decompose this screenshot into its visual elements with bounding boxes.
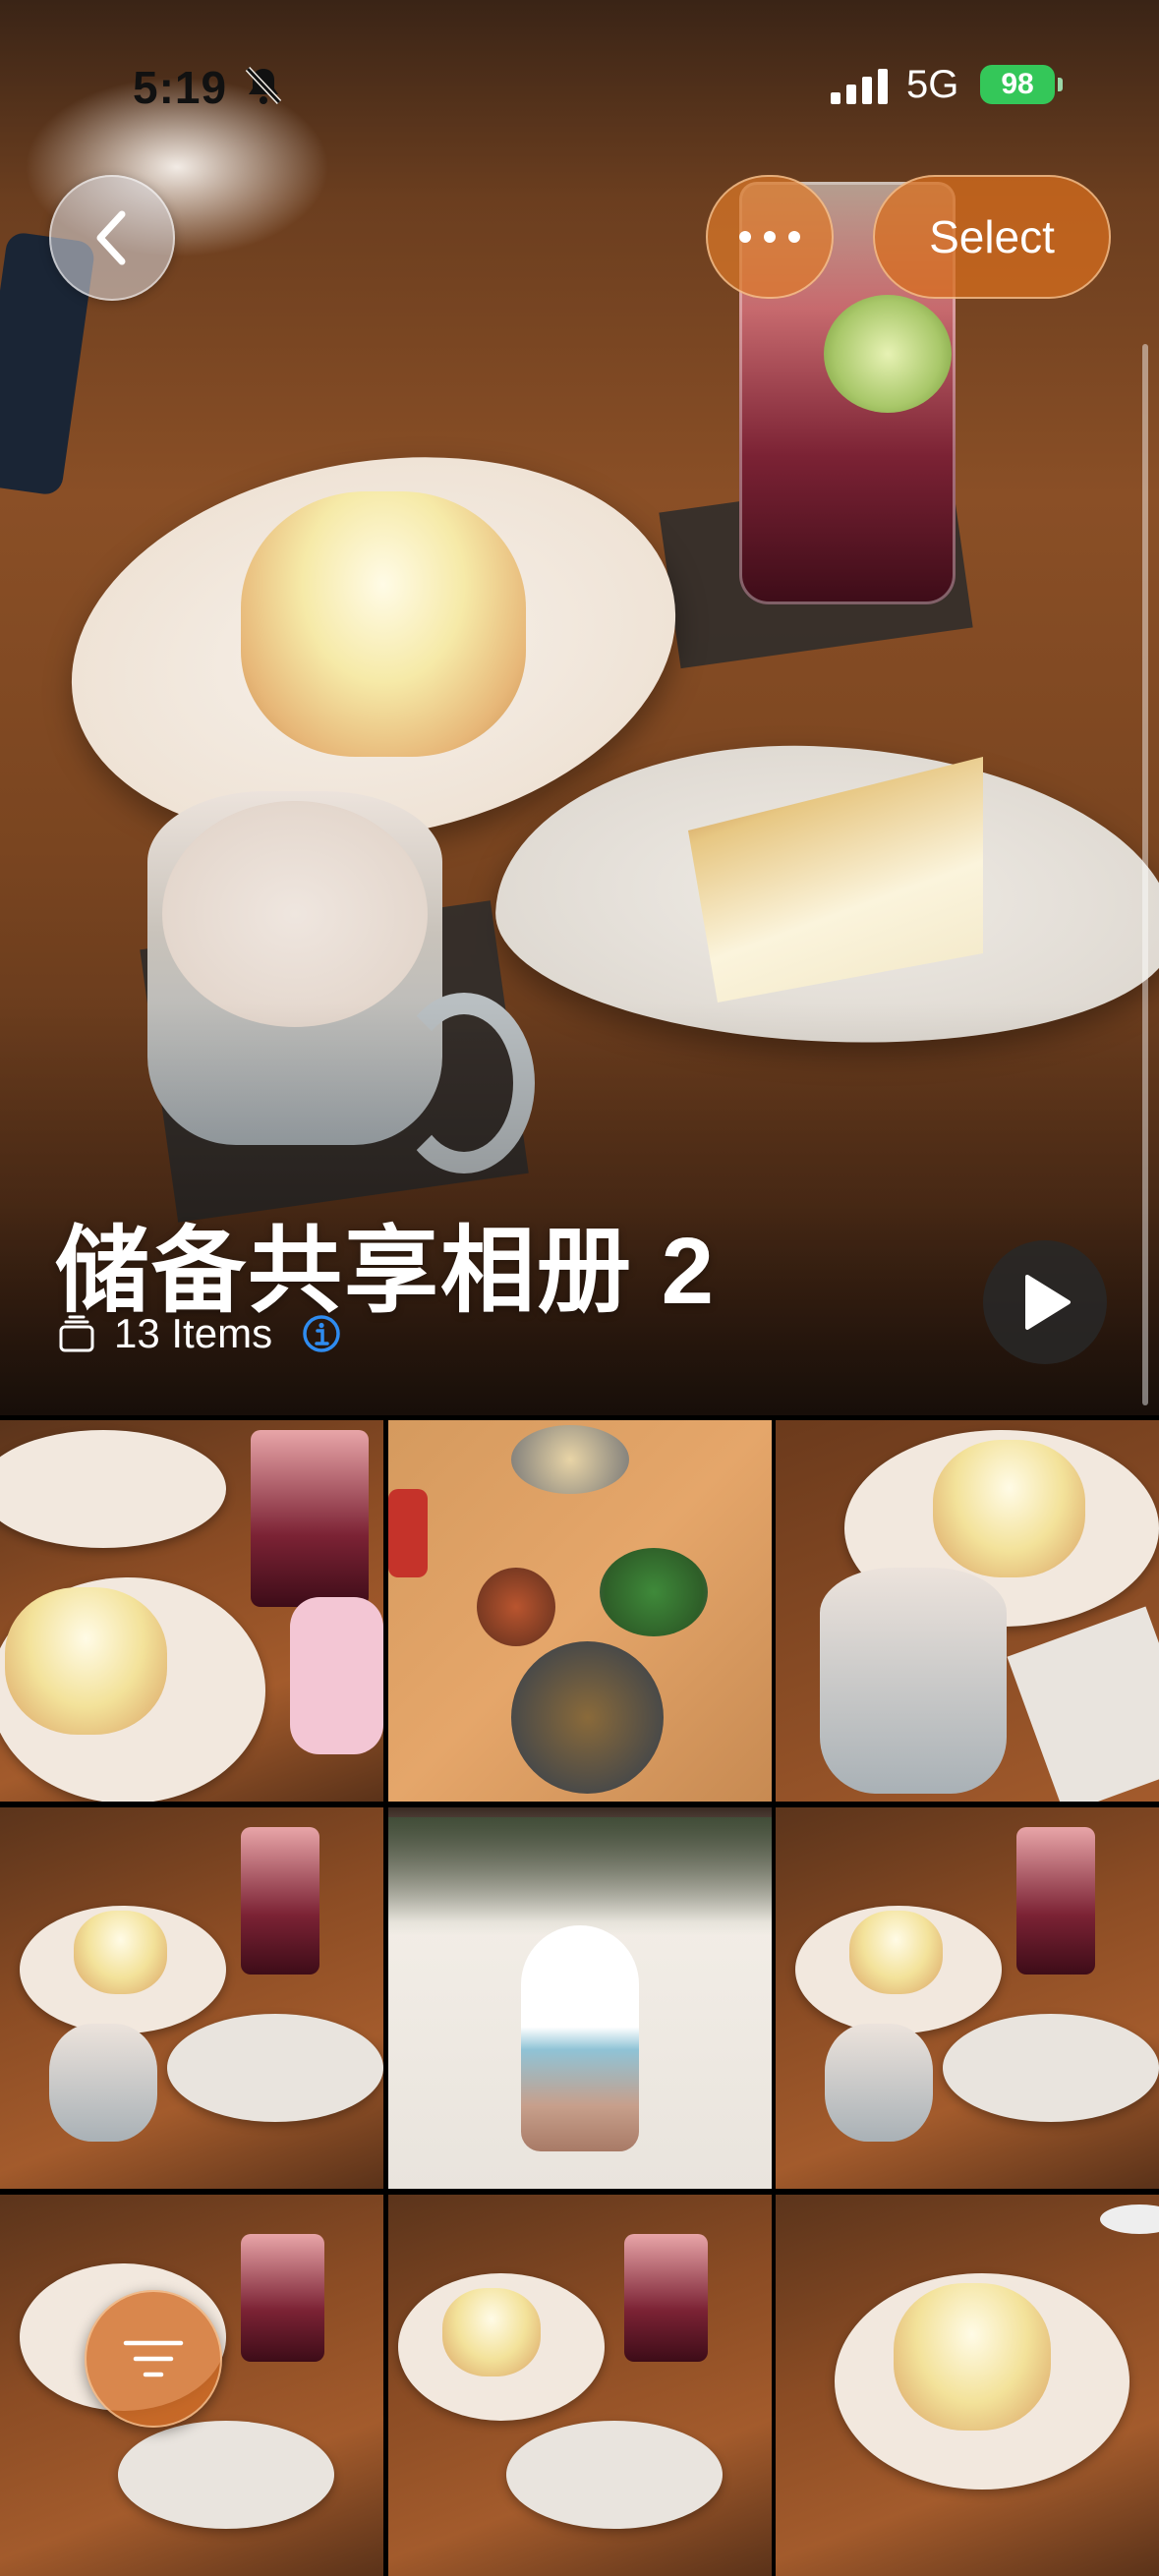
status-bar: 5:19 5G 98	[0, 0, 1159, 167]
battery-indicator: 98	[980, 65, 1063, 104]
select-button[interactable]: Select	[873, 175, 1111, 299]
photo-thumbnail[interactable]	[776, 2195, 1159, 2576]
photo-thumbnail[interactable]	[776, 1807, 1159, 2189]
chevron-left-icon	[96, 210, 126, 265]
lime-slice	[824, 295, 952, 413]
filter-button[interactable]	[85, 2290, 222, 2428]
signal-icon	[831, 69, 888, 104]
photo-thumbnail[interactable]	[387, 2195, 772, 2576]
cake	[241, 491, 526, 757]
network-label: 5G	[906, 63, 959, 106]
album-meta: 13 Items	[57, 1310, 341, 1357]
filter-lines-icon	[123, 2340, 184, 2377]
silent-bell-icon	[245, 66, 282, 105]
latte-foam	[162, 801, 428, 1027]
photo-thumbnail[interactable]	[0, 1807, 383, 2189]
photo-thumbnail[interactable]	[776, 1420, 1159, 1802]
stack-icon	[59, 1315, 94, 1352]
item-count: 13 Items	[114, 1310, 273, 1356]
more-options-button[interactable]	[706, 175, 834, 299]
back-button[interactable]	[49, 175, 175, 301]
photo-thumbnail[interactable]	[387, 1420, 772, 1802]
ellipsis-icon	[739, 231, 800, 243]
play-icon	[1025, 1275, 1071, 1330]
info-icon[interactable]	[302, 1314, 341, 1353]
miffy-doll	[520, 1925, 639, 2151]
play-slideshow-button[interactable]	[983, 1240, 1107, 1364]
status-time: 5:19	[133, 62, 228, 113]
photo-thumbnail[interactable]	[0, 1420, 383, 1802]
scrollbar[interactable]	[1142, 344, 1148, 1405]
photo-thumbnail[interactable]	[387, 1807, 772, 2189]
